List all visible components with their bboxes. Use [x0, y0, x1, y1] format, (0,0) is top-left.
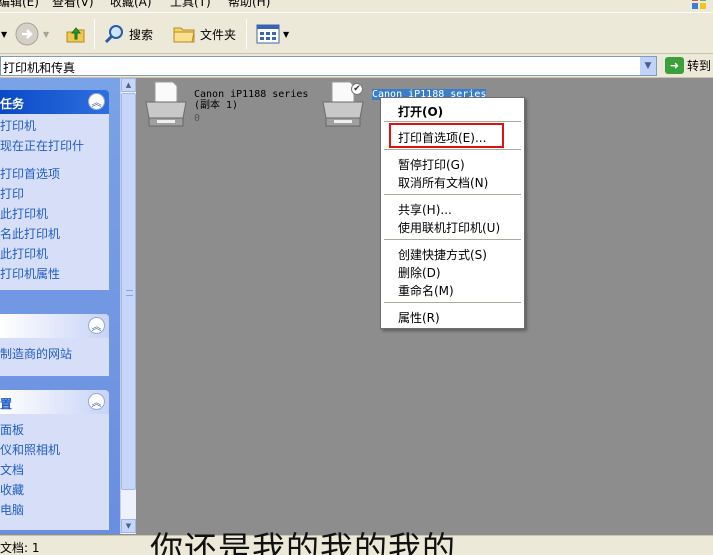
address-text: 打印机和传真 — [3, 61, 76, 75]
folder-icon — [173, 27, 195, 43]
menu-favorites[interactable]: 收藏(A) — [110, 0, 152, 10]
menu-separator — [384, 302, 521, 303]
status-text: 文档: 1 — [0, 541, 40, 555]
task-link[interactable]: 仪和照相机 — [0, 440, 109, 460]
collapse-chevron-icon[interactable]: ︽ — [88, 93, 105, 110]
highlight-box — [389, 123, 504, 148]
task-link[interactable]: 此打印机 — [0, 244, 109, 264]
toolbar-separator — [246, 19, 247, 49]
address-dropdown-button[interactable]: ▼ — [639, 57, 656, 75]
menu-item-open[interactable]: 打开(O) — [398, 103, 443, 120]
collapse-chevron-icon[interactable]: ︽ — [88, 317, 105, 334]
menu-separator — [384, 149, 521, 150]
panel-header[interactable]: 任务 ︽ — [0, 90, 109, 114]
task-link[interactable]: 电脑 — [0, 500, 109, 520]
printer-item[interactable] — [143, 80, 189, 133]
task-link[interactable]: 打印机 — [0, 116, 109, 136]
menu-item-pause-printing[interactable]: 暂停打印(G) — [398, 156, 465, 173]
menu-item-rename[interactable]: 重命名(M) — [398, 282, 454, 299]
panel-title: 任务 — [0, 97, 25, 111]
video-subtitle: 你还是我的我的我的 — [150, 529, 456, 555]
menu-help[interactable]: 帮助(H) — [228, 0, 270, 10]
other-places-panel: 置 ︽ 面板 仪和照相机 文档 收藏 电脑 — [0, 390, 109, 530]
views-button[interactable]: ▼ — [256, 19, 289, 49]
menu-item-sharing[interactable]: 共享(H)... — [398, 201, 452, 218]
forward-button[interactable]: ▼ — [14, 19, 49, 49]
address-field[interactable]: 打印机和传真 ▼ — [0, 56, 657, 76]
panel-header[interactable]: 置 ︽ — [0, 390, 109, 414]
panel-body: 面板 仪和照相机 文档 收藏 电脑 — [0, 414, 109, 530]
folders-label: 文件夹 — [200, 27, 237, 42]
menu-item-create-shortcut[interactable]: 创建快捷方式(S) — [398, 246, 487, 263]
menu-separator — [384, 194, 521, 195]
printer-icon — [145, 81, 187, 127]
search-icon — [104, 25, 123, 44]
panel-title: 置 — [0, 397, 13, 411]
folders-button[interactable]: 文件夹 — [172, 19, 236, 49]
task-link[interactable]: 收藏 — [0, 480, 109, 500]
task-link[interactable]: 面板 — [0, 420, 109, 440]
menu-edit[interactable]: 编辑(E) — [0, 0, 39, 10]
menu-view[interactable]: 查看(V) — [52, 0, 94, 10]
task-link[interactable]: 此打印机 — [0, 204, 109, 224]
search-button[interactable]: 搜索 — [103, 19, 153, 49]
chevron-down-icon: ▼ — [1, 29, 8, 39]
printer-copy-label: (副本 1) — [194, 100, 239, 111]
collapse-chevron-icon[interactable]: ︽ — [88, 393, 105, 410]
panel-body: 制造商的网站 — [0, 338, 109, 376]
printer-doc-count: 0 — [194, 113, 201, 124]
go-label: 转到 — [687, 59, 712, 73]
chevron-down-icon: ▼ — [644, 61, 652, 71]
panel-body: 打印机 现在正在打印什 打印首选项 打印 此打印机 名此打印机 此打印机 打印机… — [0, 114, 109, 290]
task-link[interactable]: 打印机属性 — [0, 264, 109, 284]
up-folder-button[interactable] — [64, 19, 88, 49]
scroll-thumb[interactable] — [121, 93, 136, 490]
back-dropdown[interactable]: ▼ — [0, 19, 7, 49]
task-link[interactable]: 现在正在打印什 — [0, 136, 109, 156]
menu-separator — [384, 121, 521, 122]
panel-header[interactable]: ︽ — [0, 314, 109, 338]
task-link[interactable]: 名此打印机 — [0, 224, 109, 244]
task-link[interactable]: 打印 — [0, 184, 109, 204]
forward-arrow-icon — [15, 22, 39, 46]
scroll-up-button[interactable]: ▲ — [121, 78, 136, 92]
go-button[interactable]: ➜ 转到 — [665, 57, 711, 74]
grip-icon — [126, 290, 133, 296]
menu-item-properties[interactable]: 属性(R) — [398, 309, 440, 326]
menu-item-use-printer-online[interactable]: 使用联机打印机(U) — [398, 219, 500, 236]
chevron-down-icon: ▼ — [283, 29, 290, 39]
toolbar-separator — [94, 19, 95, 49]
search-label: 搜索 — [129, 27, 154, 42]
printer-name: Canon iP1188 series — [194, 89, 309, 100]
task-link[interactable]: 制造商的网站 — [0, 344, 109, 364]
windows-logo-icon — [692, 0, 706, 9]
printer-tasks-panel: 任务 ︽ 打印机 现在正在打印什 打印首选项 打印 此打印机 名此打印机 此打印… — [0, 90, 109, 290]
menu-separator — [384, 239, 521, 240]
task-pane: 任务 ︽ 打印机 现在正在打印什 打印首选项 打印 此打印机 名此打印机 此打印… — [0, 78, 120, 534]
scroll-down-button[interactable]: ▼ — [121, 519, 136, 533]
menu-tools[interactable]: 工具(T) — [170, 0, 211, 10]
task-link[interactable]: 文档 — [0, 460, 109, 480]
menu-item-delete[interactable]: 删除(D) — [398, 264, 441, 281]
menu-item-cancel-all-documents[interactable]: 取消所有文档(N) — [398, 174, 488, 191]
see-also-panel: ︽ 制造商的网站 — [0, 314, 109, 376]
up-folder-icon — [66, 27, 85, 43]
default-printer-check-icon: ✔ — [351, 83, 363, 95]
toolbar: ▼ ▼ 搜索 文件夹 ▼ — [0, 12, 713, 54]
address-bar: 打印机和传真 ▼ ➜ 转到 — [0, 54, 713, 78]
task-pane-scrollbar[interactable]: ▲ ▼ — [120, 78, 136, 534]
menu-bar: 编辑(E) 查看(V) 收藏(A) 工具(T) 帮助(H) — [0, 0, 713, 12]
views-icon — [256, 24, 280, 44]
chevron-down-icon: ▼ — [43, 29, 50, 39]
go-arrow-icon: ➜ — [665, 57, 684, 74]
task-link[interactable]: 打印首选项 — [0, 164, 109, 184]
